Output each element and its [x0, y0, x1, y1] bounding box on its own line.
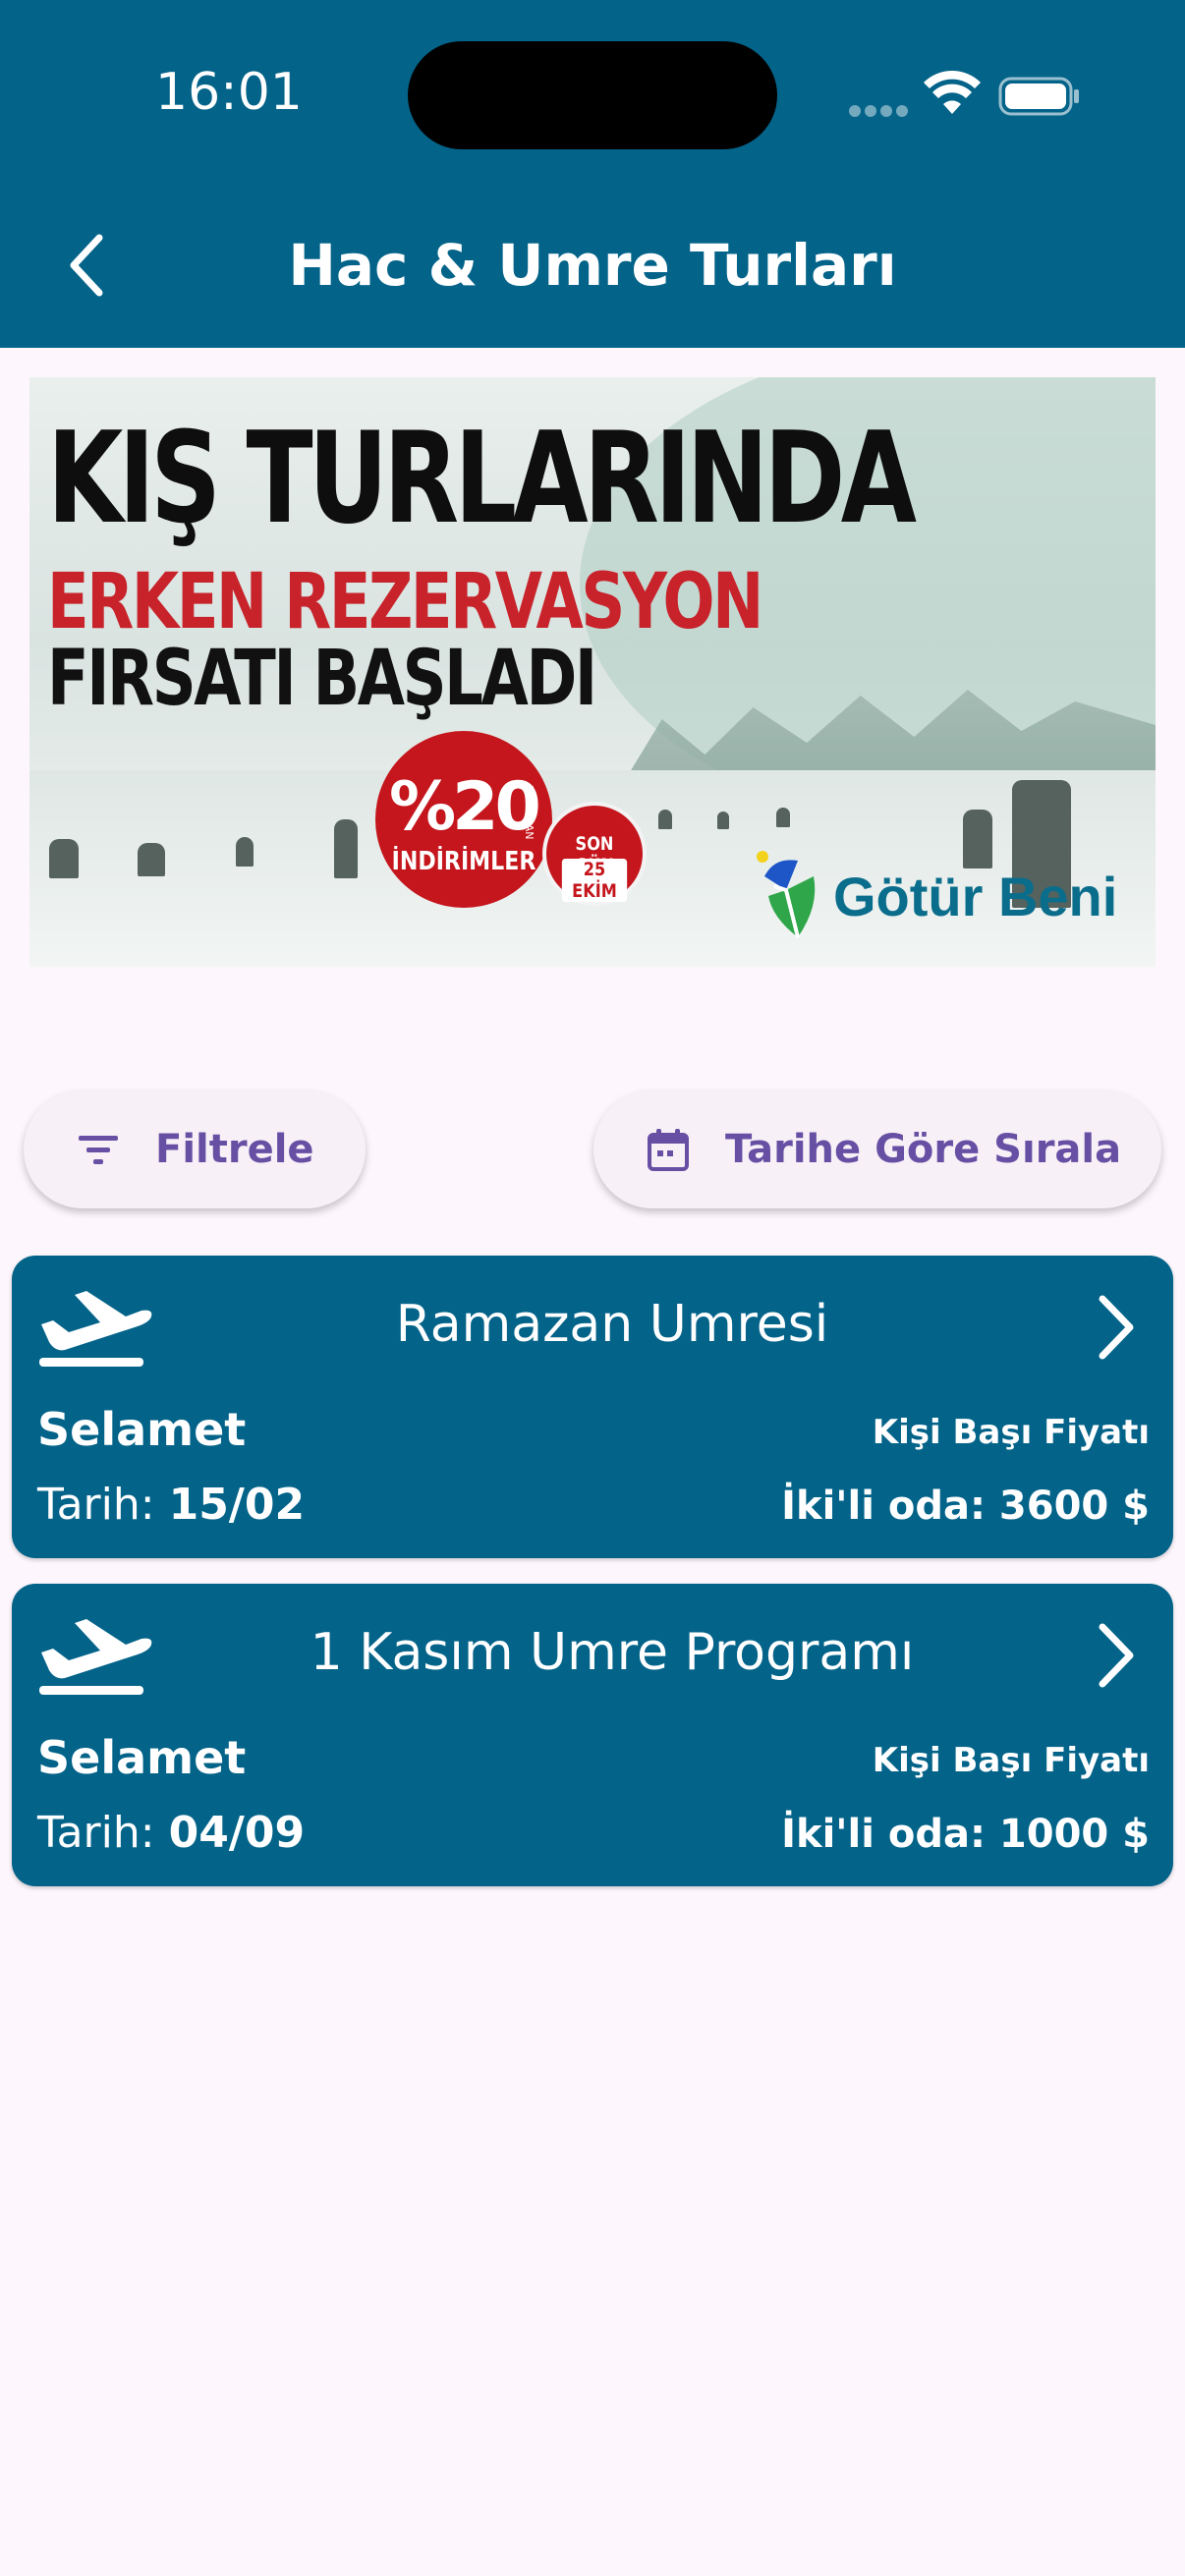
tour-title: 1 Kasım Umre Programı	[310, 1623, 915, 1682]
deadline-date: 25 EKİM	[561, 859, 628, 902]
deadline-badge: SON GÜN 25 EKİM	[542, 802, 647, 906]
calendar-icon	[648, 1129, 689, 1171]
tour-card[interactable]: Ramazan Umresi Selamet Kişi Başı Fiyatı …	[12, 1256, 1173, 1558]
tour-price: İki'li oda: 1000 $	[781, 1812, 1150, 1857]
date-value: 15/02	[168, 1480, 306, 1530]
status-time: 16:01	[155, 63, 303, 122]
brand-name: Götür Beni	[833, 865, 1118, 927]
battery-icon	[998, 77, 1079, 116]
chevron-right-icon	[1099, 1295, 1134, 1360]
date-value: 04/09	[168, 1808, 306, 1858]
banner-subheadline: ERKEN REZERVASYON	[47, 558, 763, 646]
tour-price: İki'li oda: 3600 $	[781, 1484, 1150, 1529]
page-title: Hac & Umre Turları	[288, 232, 897, 299]
tour-date: Tarih: 15/02	[37, 1480, 305, 1530]
brand-logo: Götür Beni	[755, 847, 1117, 945]
chevron-right-icon	[1099, 1623, 1134, 1688]
tour-title: Ramazan Umresi	[395, 1295, 829, 1354]
flight-takeoff-icon	[39, 1619, 152, 1695]
discount-label: İNDİRİMLER	[391, 847, 536, 876]
discount-badge: %20 YE VARAN İNDİRİMLER	[375, 731, 552, 908]
date-label: Tarih:	[37, 1480, 169, 1530]
filter-button[interactable]: Filtrele	[24, 1091, 366, 1208]
tour-company: Selamet	[37, 1731, 247, 1784]
sort-by-date-button[interactable]: Tarihe Göre Sırala	[593, 1091, 1161, 1208]
filter-icon	[79, 1136, 118, 1164]
promo-banner[interactable]: KIŞ TURLARINDA ERKEN REZERVASYON FIRSATI…	[29, 377, 1156, 967]
app-bar: 16:01 Hac & Umre Turları	[0, 0, 1185, 348]
cellular-signal-icon	[849, 102, 912, 121]
sort-button-label: Tarihe Göre Sırala	[725, 1127, 1122, 1172]
tour-date: Tarih: 04/09	[37, 1808, 305, 1858]
banner-tagline: FIRSATI BAŞLADI	[47, 635, 597, 723]
price-label: Kişi Başı Fiyatı	[872, 1741, 1150, 1780]
tour-company: Selamet	[37, 1403, 247, 1456]
discount-percent: %20	[389, 768, 541, 846]
date-label: Tarih:	[37, 1808, 169, 1858]
tour-card[interactable]: 1 Kasım Umre Programı Selamet Kişi Başı …	[12, 1584, 1173, 1886]
flight-takeoff-icon	[39, 1291, 152, 1367]
banner-headline: KIŞ TURLARINDA	[47, 406, 917, 552]
filter-button-label: Filtrele	[155, 1127, 314, 1172]
brand-logo-icon	[757, 851, 816, 938]
dynamic-island	[408, 41, 777, 149]
wifi-icon	[924, 71, 981, 114]
discount-suffix: YE VARAN	[523, 786, 536, 840]
price-label: Kişi Başı Fiyatı	[872, 1413, 1150, 1452]
